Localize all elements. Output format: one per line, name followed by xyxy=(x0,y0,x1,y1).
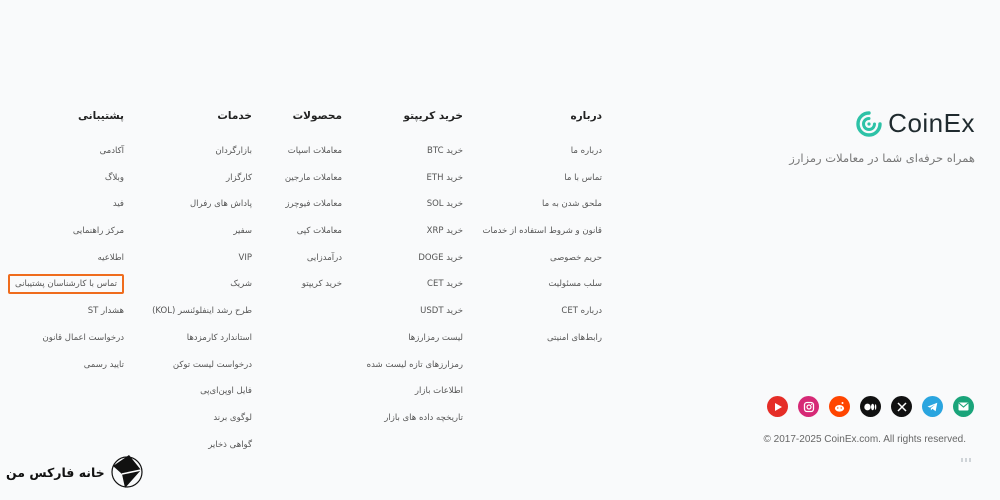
footer-link[interactable]: خرید DOGE xyxy=(367,245,463,272)
reddit-icon[interactable] xyxy=(829,396,850,417)
column-title: درباره xyxy=(570,110,602,122)
email-icon[interactable] xyxy=(953,396,974,417)
footer-link[interactable]: خرید BTC xyxy=(367,138,463,165)
footer-link[interactable]: VIP xyxy=(152,245,252,272)
column-title: محصولات xyxy=(292,110,342,122)
instagram-icon[interactable] xyxy=(798,396,819,417)
footer-link[interactable]: هشدار ST xyxy=(8,298,124,325)
watermark-text: خانه فارکس من xyxy=(6,464,105,480)
footer-link[interactable]: ملحق شدن به ما xyxy=(482,191,602,218)
footer-link[interactable]: معاملات اسپات xyxy=(285,138,342,165)
footer-link[interactable]: معاملات فیوچرز xyxy=(285,191,342,218)
footer-link[interactable]: رمزارزهای تازه لیست شده xyxy=(367,352,463,379)
brand-name: CoinEx xyxy=(888,108,975,138)
brand-tagline: همراه حرفه‌ای شما در معاملات رمزارز xyxy=(789,151,975,165)
footer-link[interactable]: درآمدزایی xyxy=(285,245,342,272)
telegram-icon[interactable] xyxy=(922,396,943,417)
brand-block: CoinEx همراه حرفه‌ای شما در معاملات رمزا… xyxy=(789,108,975,165)
footer-link[interactable]: رابط‌های امنیتی xyxy=(482,325,602,352)
footer-column-buy-crypto: خرید کریپتو خرید BTC خرید ETH خرید SOL خ… xyxy=(367,108,463,432)
footer-link[interactable]: بازارگردان xyxy=(152,138,252,165)
footer-link[interactable]: خرید ETH xyxy=(367,165,463,192)
footer-link[interactable]: حریم خصوصی xyxy=(482,245,602,272)
footer-link[interactable]: خرید XRP xyxy=(367,218,463,245)
footer-link[interactable]: وبلاگ xyxy=(8,165,124,192)
footer-column-products: محصولات معاملات اسپات معاملات مارجین معا… xyxy=(285,108,342,298)
footer-link[interactable]: مرکز راهنمایی xyxy=(8,218,124,245)
footer-link[interactable]: طرح رشد اینفلوئنسر (KOL) xyxy=(152,298,252,325)
support-contact-link-highlighted[interactable]: تماس با کارشناسان پشتیبانی xyxy=(8,271,124,298)
decorative-dots xyxy=(961,458,973,462)
watermark: خانه فارکس من xyxy=(6,452,145,492)
footer-link[interactable]: سفیر xyxy=(152,218,252,245)
coinex-logo-icon xyxy=(856,110,882,137)
footer-link[interactable]: خرید CET xyxy=(367,271,463,298)
copyright-text: © 2017-2025 CoinEx.com. All rights reser… xyxy=(763,434,966,445)
footer-column-support: پشتیبانی آکادمی وبلاگ فید مرکز راهنمایی … xyxy=(8,108,124,378)
footer-link[interactable]: تماس با ما xyxy=(482,165,602,192)
footer-link[interactable]: اطلاعیه xyxy=(8,245,124,272)
footer-link[interactable]: تایید رسمی xyxy=(8,352,124,379)
column-title: خرید کریپتو xyxy=(403,110,464,122)
footer-link[interactable]: خرید SOL xyxy=(367,191,463,218)
footer-link[interactable]: قانون و شروط استفاده از خدمات xyxy=(482,218,602,245)
column-title: خدمات xyxy=(217,110,252,122)
footer-link[interactable]: کارگزار xyxy=(152,165,252,192)
footer-link[interactable]: آکادمی xyxy=(8,138,124,165)
footer-link[interactable]: لیست رمزارزها xyxy=(367,325,463,352)
footer-link[interactable]: درباره ما xyxy=(482,138,602,165)
footer-link[interactable]: درباره CET xyxy=(482,298,602,325)
footer-link[interactable]: خرید USDT xyxy=(367,298,463,325)
footer-link[interactable]: درخواست اعمال قانون xyxy=(8,325,124,352)
footer-link[interactable]: فید xyxy=(8,191,124,218)
footer-link[interactable]: سلب مسئولیت xyxy=(482,271,602,298)
coinex-logo[interactable]: CoinEx xyxy=(789,108,975,139)
footer-link[interactable]: اطلاعات بازار xyxy=(367,378,463,405)
footer-link[interactable]: درخواست لیست توکن xyxy=(152,352,252,379)
footer-link[interactable]: استاندارد کارمزدها xyxy=(152,325,252,352)
x-icon[interactable] xyxy=(891,396,912,417)
footer-column-about: درباره درباره ما تماس با ما ملحق شدن به … xyxy=(482,108,602,352)
footer-link[interactable]: خرید کریپتو xyxy=(285,271,342,298)
footer-column-services: خدمات بازارگردان کارگزار پاداش های رفرال… xyxy=(152,108,252,458)
footer-link[interactable]: معاملات مارجین xyxy=(285,165,342,192)
column-title: پشتیبانی xyxy=(78,110,124,122)
footer-link[interactable]: فایل اوپن‌ای‌پی xyxy=(152,378,252,405)
footer-link[interactable]: تماس با کارشناسان پشتیبانی xyxy=(8,274,124,295)
footer-link[interactable]: لوگوی برند xyxy=(152,405,252,432)
footer-link[interactable]: شریک xyxy=(152,271,252,298)
footer-link[interactable]: معاملات کپی xyxy=(285,218,342,245)
social-links xyxy=(767,396,974,417)
footer-link[interactable]: گواهی ذخایر xyxy=(152,432,252,459)
watermark-logo-icon xyxy=(111,455,143,488)
footer-link[interactable]: تاریخچه داده های بازار xyxy=(367,405,463,432)
footer-link[interactable]: پاداش های رفرال xyxy=(152,191,252,218)
medium-icon[interactable] xyxy=(860,396,881,417)
youtube-icon[interactable] xyxy=(767,396,788,417)
